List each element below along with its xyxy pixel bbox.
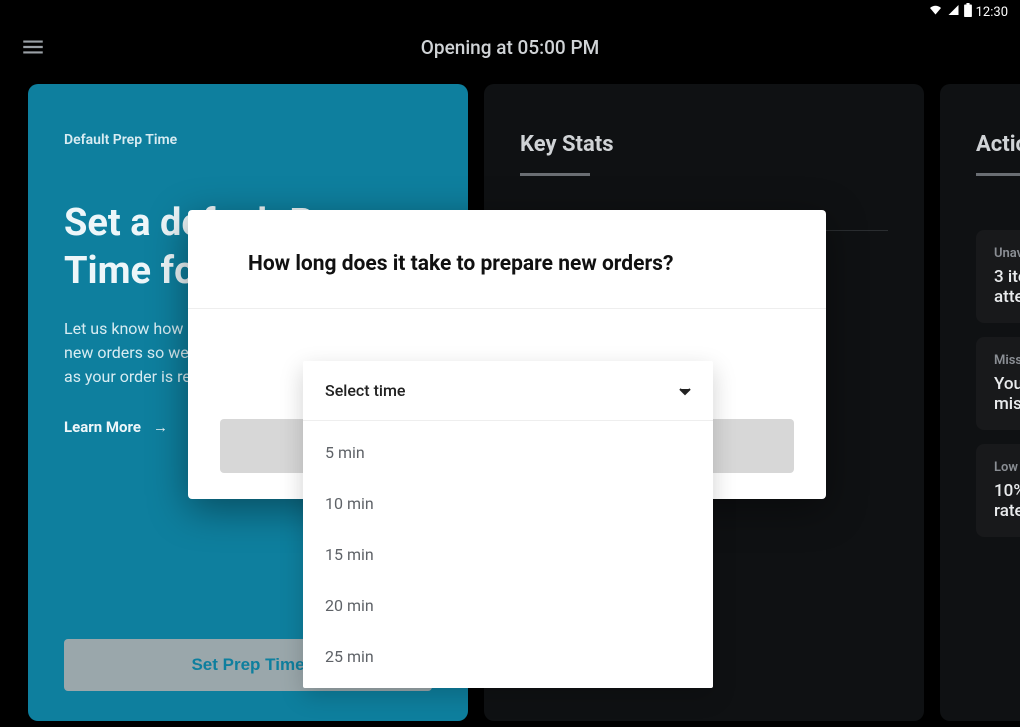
heading-underline — [976, 173, 1020, 176]
app-header: Opening at 05:00 PM — [0, 20, 1020, 74]
learn-more-link[interactable]: Learn More → — [64, 418, 168, 436]
status-bar: 12:30 — [0, 0, 1020, 20]
arrow-right-icon: → — [153, 418, 168, 436]
dropdown-placeholder: Select time — [325, 381, 405, 400]
status-time: 12:30 — [976, 5, 1008, 20]
battery-icon — [964, 3, 972, 21]
action-item-value: 3 items need attention — [994, 267, 1020, 307]
modal-title: How long does it take to prepare new ord… — [248, 252, 766, 276]
page-title: Opening at 05:00 PM — [421, 36, 599, 59]
wifi-icon — [928, 4, 943, 20]
chevron-down-icon — [679, 381, 691, 400]
action-item-label: Low Rated items — [994, 460, 1020, 475]
action-item-value: 10% of items rated low — [994, 481, 1020, 521]
dropdown-option[interactable]: 25 min — [303, 631, 713, 682]
cellular-icon — [947, 4, 960, 20]
action-item-label: Missed orders — [994, 353, 1020, 368]
action-item[interactable]: Low Rated items 10% of items rated low — [976, 444, 1020, 537]
heading-underline — [520, 173, 590, 176]
dropdown-option[interactable]: 20 min — [303, 580, 713, 631]
dropdown-option[interactable]: 15 min — [303, 529, 713, 580]
prep-time-dropdown[interactable]: Select time 5 min 10 min 15 min 20 min 2… — [303, 361, 713, 688]
prep-card-label: Default Prep Time — [64, 132, 432, 148]
learn-more-label: Learn More — [64, 418, 141, 436]
key-stats-heading: Key Stats — [520, 132, 888, 157]
action-item[interactable]: Missed orders Your tablet missed orders — [976, 337, 1020, 430]
actions-heading: Action Items — [976, 132, 1020, 157]
action-item-value: Your tablet missed orders — [994, 374, 1020, 414]
hamburger-menu-icon[interactable] — [20, 34, 46, 60]
action-item[interactable]: Unavailable items 3 items need attention — [976, 230, 1020, 323]
action-item-label: Unavailable items — [994, 246, 1020, 261]
dropdown-option[interactable]: 5 min — [303, 427, 713, 478]
dropdown-selected[interactable]: Select time — [303, 361, 713, 421]
dropdown-option[interactable]: 10 min — [303, 478, 713, 529]
action-items-card: Action Items Unavailable items 3 items n… — [940, 84, 1020, 721]
